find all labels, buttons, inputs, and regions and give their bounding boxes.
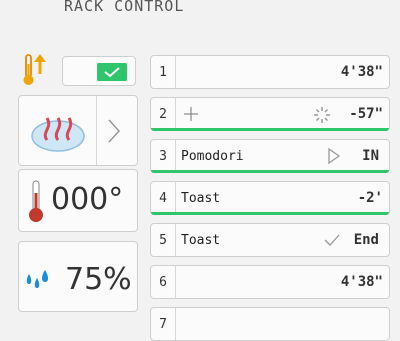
rack-row-5[interactable]: 5 Toast End (150, 223, 390, 257)
rack-progress-bar (151, 128, 389, 131)
plus-icon[interactable] (183, 106, 199, 126)
steam-icon (29, 106, 87, 160)
rack-progress-bar (151, 170, 389, 173)
checkmark-icon (97, 63, 127, 81)
steam-control[interactable] (18, 95, 138, 166)
rack-number: 7 (151, 308, 176, 340)
rack-enable-toggle[interactable] (62, 56, 136, 86)
rack-time: -2' (357, 190, 383, 206)
rack-recipe-name: Pomodori (181, 149, 244, 164)
rack-status: IN (362, 148, 379, 164)
rack-recipe-name: Toast (181, 233, 221, 248)
rack-time: 4'38" (340, 274, 383, 290)
rack-time: 4'38" (340, 64, 383, 80)
rack-row-2[interactable]: 2 -57" (150, 97, 390, 131)
rack-number: 2 (151, 98, 176, 130)
rack-row-6[interactable]: 6 4'38" (150, 265, 390, 299)
rack-recipe-name: Toast (181, 191, 221, 206)
check-icon (323, 232, 341, 251)
page-title: RACK CONTROL (64, 0, 185, 15)
water-drops-icon (23, 264, 53, 294)
rack-number: 1 (151, 56, 176, 88)
rack-time: -57" (349, 106, 383, 122)
rack-number: 5 (151, 224, 176, 256)
rack-row-4[interactable]: 4 Toast -2' (150, 181, 390, 215)
rack-row-7[interactable]: 7 (150, 307, 390, 341)
temperature-display[interactable]: 000° (18, 169, 138, 232)
rack-number: 6 (151, 266, 176, 298)
rack-progress-bar (151, 212, 389, 215)
thermo-up-arrow-icon (20, 52, 50, 88)
rack-status: End (353, 232, 379, 248)
chevron-right-icon[interactable] (107, 118, 121, 148)
play-icon[interactable] (327, 147, 341, 169)
humidity-value: 75% (65, 262, 132, 297)
loading-icon (313, 106, 331, 128)
steam-divider (96, 96, 97, 165)
rack-number: 3 (151, 140, 176, 172)
humidity-display[interactable]: 75% (18, 241, 138, 312)
temperature-value: 000° (51, 182, 124, 217)
rack-row-1[interactable]: 1 4'38" (150, 55, 390, 89)
rack-row-3[interactable]: 3 Pomodori IN (150, 139, 390, 173)
rack-number: 4 (151, 182, 176, 214)
thermometer-icon (27, 179, 45, 227)
